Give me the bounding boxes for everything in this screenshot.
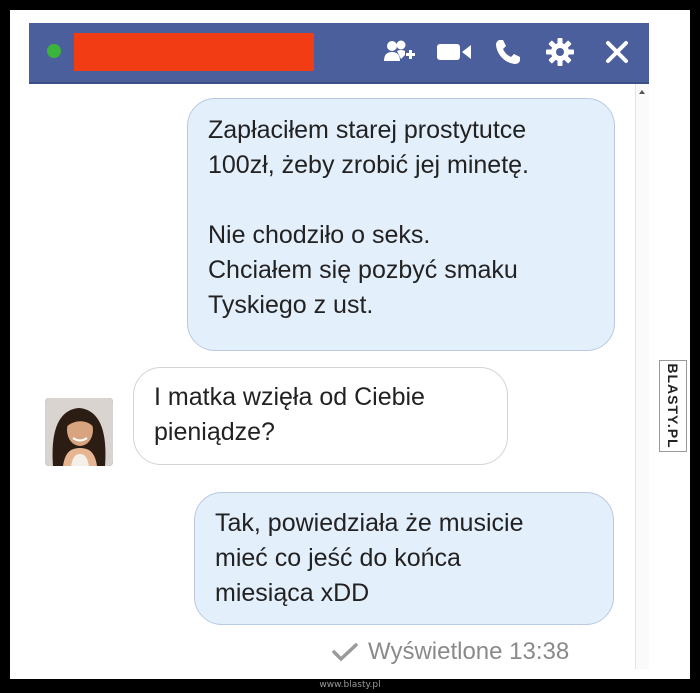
seen-status-text: Wyświetlone 13:38	[368, 638, 570, 665]
footer-site-url: www.blasty.pl	[319, 680, 381, 690]
message-bubble-sent: Zapłaciłem starej prostytutce 100zł, żeb…	[187, 98, 615, 351]
add-friend-icon[interactable]	[381, 37, 419, 67]
contact-avatar[interactable]	[45, 398, 113, 466]
online-status-dot	[47, 44, 61, 58]
message-bubble-sent: Tak, powiedziała że musicie mieć co jeść…	[194, 492, 614, 625]
close-icon[interactable]	[602, 37, 632, 67]
gear-icon[interactable]	[543, 37, 577, 67]
redacted-contact-name	[74, 33, 314, 71]
phone-icon[interactable]	[492, 37, 524, 67]
watermark-text: BLASTY.PL	[665, 363, 681, 449]
video-call-icon[interactable]	[434, 37, 474, 67]
checkmark-icon	[332, 643, 358, 662]
chat-titlebar	[29, 23, 649, 84]
scroll-up-arrow-icon[interactable]	[639, 90, 645, 94]
thread-scrollbar[interactable]	[635, 84, 649, 669]
message-bubble-received: I matka wzięła od Ciebie pieniądze?	[133, 367, 508, 465]
seen-status: Wyświetlone 13:38	[332, 638, 569, 666]
site-logo-watermark: BLASTY.PL	[659, 360, 687, 452]
